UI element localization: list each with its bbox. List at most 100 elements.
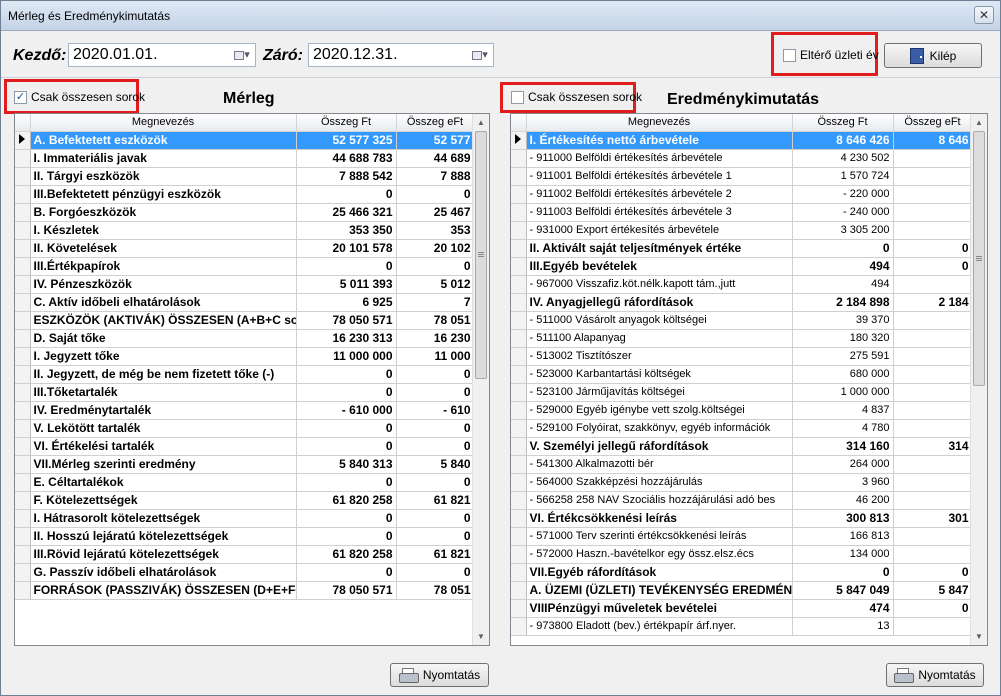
row-indicator[interactable] [511, 563, 527, 582]
row-indicator[interactable] [15, 203, 31, 222]
table-row[interactable]: - 911003 Belföldi értékesítés árbevétele… [511, 203, 973, 222]
table-row[interactable]: - 911002 Belföldi értékesítés árbevétele… [511, 185, 973, 204]
table-row[interactable]: ESZKÖZÖK (AKTIVÁK) ÖSSZESEN (A+B+C sor) 7… [15, 311, 475, 330]
table-row[interactable]: - 529100 Folyóirat, szakkönyv, egyéb inf… [511, 419, 973, 438]
balance-only-totals-checkbox[interactable]: ✓ Csak összesen sorok [14, 90, 145, 104]
row-indicator[interactable] [15, 293, 31, 312]
table-row[interactable]: I. Immateriális javak 44 688 783 44 689 [15, 149, 475, 168]
column-header-ft[interactable]: Összeg Ft [792, 114, 894, 132]
row-indicator[interactable] [511, 203, 527, 222]
row-indicator[interactable] [511, 239, 527, 258]
table-row[interactable]: D. Saját tőke 16 230 313 16 230 [15, 329, 475, 348]
table-row[interactable]: F. Kötelezettségek 61 820 258 61 821 [15, 491, 475, 510]
to-date-picker[interactable]: 2020.12.31. ▾ [308, 43, 494, 67]
row-indicator[interactable] [15, 185, 31, 204]
row-indicator[interactable] [15, 365, 31, 384]
table-row[interactable]: B. Forgóeszközök 25 466 321 25 467 [15, 203, 475, 222]
row-indicator[interactable] [511, 275, 527, 294]
row-indicator[interactable] [15, 383, 31, 402]
table-row[interactable]: III.Befektetett pénzügyi eszközök 0 0 [15, 185, 475, 204]
row-indicator[interactable] [511, 419, 527, 438]
table-row[interactable]: II. Követelések 20 101 578 20 102 [15, 239, 475, 258]
table-row[interactable]: - 931000 Export értékesítés árbevétele 3 … [511, 221, 973, 240]
checkbox-box[interactable] [511, 90, 524, 104]
row-indicator[interactable] [511, 257, 527, 276]
table-row[interactable]: - 911000 Belföldi értékesítés árbevétele… [511, 149, 973, 168]
table-row[interactable]: - 511000 Vásárolt anyagok költségei 39 37… [511, 311, 973, 330]
table-row[interactable]: A. Befektetett eszközök 52 577 325 52 577 [15, 131, 475, 150]
row-indicator[interactable] [15, 437, 31, 456]
exit-button[interactable]: Kilép [884, 43, 982, 68]
column-header-name[interactable]: Megnevezés [30, 114, 297, 132]
row-indicator[interactable] [15, 329, 31, 348]
row-indicator[interactable] [511, 293, 527, 312]
row-indicator[interactable] [511, 221, 527, 240]
row-indicator[interactable] [15, 581, 31, 600]
table-row[interactable]: VI. Értékcsökkenési leírás 300 813 301 [511, 509, 973, 528]
table-row[interactable]: VI. Értékelési tartalék 0 0 [15, 437, 475, 456]
column-header-ft[interactable]: Összeg Ft [296, 114, 397, 132]
table-row[interactable]: FORRÁSOK (PASSZIVÁK) ÖSSZESEN (D+E+F+G) 7… [15, 581, 475, 600]
row-indicator[interactable] [511, 455, 527, 474]
scroll-thumb[interactable] [475, 131, 487, 379]
row-indicator[interactable] [15, 419, 31, 438]
table-row[interactable]: III.Értékpapírok 0 0 [15, 257, 475, 276]
row-indicator[interactable] [15, 401, 31, 420]
table-row[interactable]: C. Aktív időbeli elhatárolások 6 925 7 [15, 293, 475, 312]
row-indicator[interactable] [15, 491, 31, 510]
row-indicator[interactable] [511, 167, 527, 186]
row-indicator[interactable] [511, 473, 527, 492]
table-row[interactable]: I. Jegyzett tőke 11 000 000 11 000 [15, 347, 475, 366]
row-indicator[interactable] [511, 491, 527, 510]
checkbox-box[interactable] [783, 48, 796, 62]
row-indicator[interactable] [15, 221, 31, 240]
table-row[interactable]: IV. Eredménytartalék - 610 000- 610 [15, 401, 475, 420]
fiscal-year-checkbox[interactable]: Eltérő üzleti év [783, 48, 879, 62]
row-indicator[interactable] [511, 437, 527, 456]
table-row[interactable]: A. ÜZEMI (ÜZLETI) TEVÉKENYSÉG EREDMÉNYE 5… [511, 581, 973, 600]
table-row[interactable]: IV. Pénzeszközök 5 011 393 5 012 [15, 275, 475, 294]
row-indicator[interactable] [15, 275, 31, 294]
table-row[interactable]: - 967000 Visszafiz.köt.nélk.kapott tám.,… [511, 275, 973, 294]
table-row[interactable]: - 564000 Szakképzési hozzájárulás 3 960 [511, 473, 973, 492]
row-indicator[interactable] [511, 545, 527, 564]
income-grid[interactable]: Megnevezés Összeg Ft Összeg eFt I. Érték… [510, 113, 988, 646]
column-header-eft[interactable]: Összeg eFt [893, 114, 973, 132]
row-indicator[interactable] [511, 617, 527, 636]
row-indicator[interactable] [511, 311, 527, 330]
row-indicator[interactable] [15, 545, 31, 564]
row-indicator[interactable] [15, 563, 31, 582]
row-indicator[interactable] [511, 185, 527, 204]
scroll-down-icon[interactable]: ▼ [473, 628, 489, 645]
table-row[interactable]: V. Lekötött tartalék 0 0 [15, 419, 475, 438]
table-row[interactable]: I. Hátrasorolt kötelezettségek 0 0 [15, 509, 475, 528]
row-indicator[interactable] [511, 347, 527, 366]
row-indicator[interactable] [15, 473, 31, 492]
row-indicator[interactable] [15, 149, 31, 168]
table-row[interactable]: II. Hosszú lejáratú kötelezettségek 0 0 [15, 527, 475, 546]
row-indicator[interactable] [511, 509, 527, 528]
table-row[interactable]: - 523000 Karbantartási költségek 680 000 [511, 365, 973, 384]
table-row[interactable]: V. Személyi jellegű ráfordítások 314 160 3… [511, 437, 973, 456]
row-indicator[interactable] [15, 311, 31, 330]
table-row[interactable]: - 911001 Belföldi értékesítés árbevétele… [511, 167, 973, 186]
income-print-button[interactable]: Nyomtatás [886, 663, 984, 687]
row-indicator[interactable] [511, 581, 527, 600]
balance-print-button[interactable]: Nyomtatás [390, 663, 489, 687]
income-only-totals-checkbox[interactable]: Csak összesen sorok [511, 90, 642, 104]
table-row[interactable]: G. Passzív időbeli elhatárolások 0 0 [15, 563, 475, 582]
row-indicator[interactable] [511, 527, 527, 546]
balance-grid[interactable]: Megnevezés Összeg Ft Összeg eFt A. Befek… [14, 113, 490, 646]
row-indicator[interactable] [511, 599, 527, 618]
row-indicator[interactable] [511, 329, 527, 348]
table-row[interactable]: E. Céltartalékok 0 0 [15, 473, 475, 492]
row-indicator[interactable] [15, 239, 31, 258]
check-mark-icon[interactable]: ✓ [14, 90, 27, 104]
income-scrollbar[interactable]: ▲ ▼ [970, 114, 987, 645]
calendar-icon[interactable]: ▾ [469, 47, 491, 63]
balance-scrollbar[interactable]: ▲ ▼ [472, 114, 489, 645]
table-row[interactable]: - 572000 Haszn.-bavételkor egy össz.elsz… [511, 545, 973, 564]
table-row[interactable]: - 513002 Tisztítószer 275 591 [511, 347, 973, 366]
row-indicator[interactable] [511, 401, 527, 420]
row-indicator[interactable] [15, 347, 31, 366]
